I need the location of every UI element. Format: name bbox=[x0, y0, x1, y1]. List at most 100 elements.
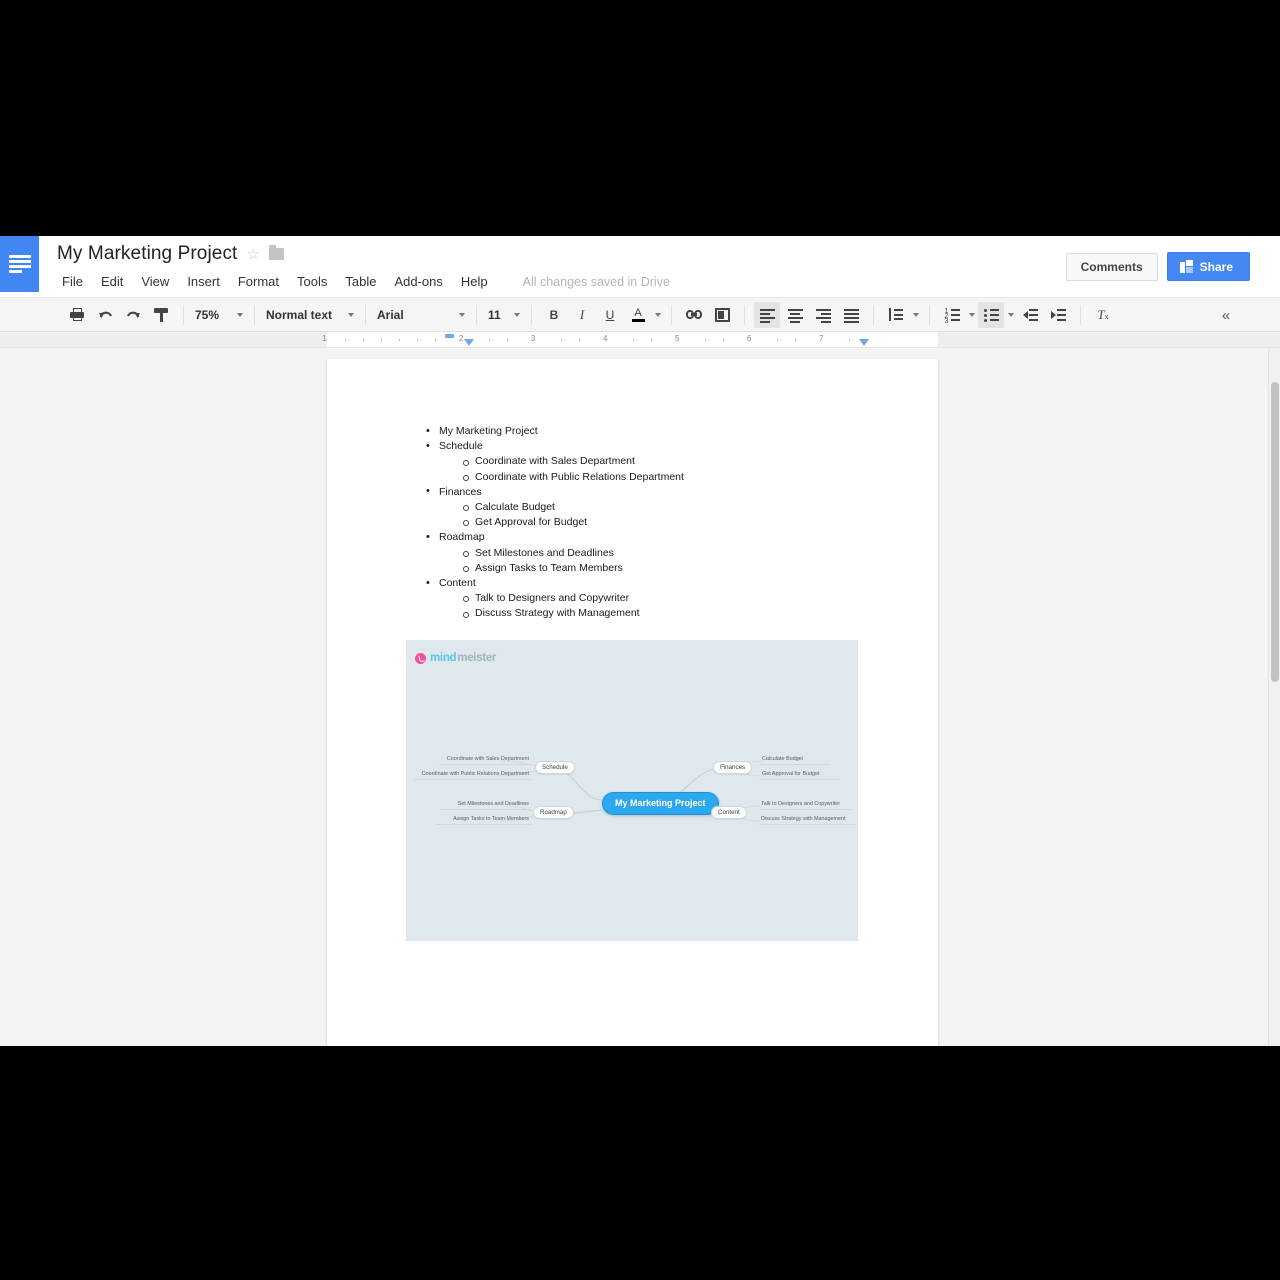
mindmap-leaf[interactable]: Set Milestones and Deadlines bbox=[441, 801, 529, 807]
toolbar-group-align bbox=[748, 301, 870, 328]
italic-button[interactable]: I bbox=[569, 302, 595, 328]
menu-item-file[interactable]: File bbox=[57, 272, 92, 291]
left-indent-marker[interactable] bbox=[464, 339, 474, 346]
list-item[interactable]: Calculate Budget bbox=[417, 500, 887, 515]
mindmap-leaf[interactable]: Calculate Budget bbox=[762, 756, 803, 762]
mindmap-leaf-underline bbox=[441, 809, 531, 810]
google-docs-icon[interactable] bbox=[0, 236, 39, 292]
document-bullet-list[interactable]: My Marketing Project Schedule Coordinate… bbox=[417, 423, 887, 622]
list-item[interactable]: Discuss Strategy with Management bbox=[417, 606, 887, 621]
folder-icon[interactable] bbox=[268, 245, 284, 260]
scrollbar-thumb[interactable] bbox=[1271, 382, 1279, 682]
menu-item-table[interactable]: Table bbox=[336, 272, 385, 291]
list-item[interactable]: Get Approval for Budget bbox=[417, 515, 887, 530]
mindmap-leaf[interactable]: Get Approval for Budget bbox=[762, 771, 820, 777]
list-item[interactable]: Coordinate with Sales Department bbox=[417, 454, 887, 469]
list-item[interactable]: Schedule bbox=[417, 439, 887, 454]
list-item[interactable]: Assign Tasks to Team Members bbox=[417, 561, 887, 576]
align-left-button[interactable] bbox=[754, 301, 780, 328]
list-item[interactable]: Roadmap bbox=[417, 530, 887, 545]
menu-item-format[interactable]: Format bbox=[229, 272, 288, 291]
list-item[interactable]: Coordinate with Public Relations Departm… bbox=[417, 470, 887, 485]
menu-item-addons[interactable]: Add-ons bbox=[385, 272, 451, 291]
text-color-button[interactable]: A bbox=[625, 302, 651, 328]
mindmap-leaf-underline bbox=[759, 824, 856, 825]
link-icon bbox=[686, 310, 702, 319]
decrease-indent-button[interactable] bbox=[1017, 302, 1043, 328]
undo-icon bbox=[98, 311, 112, 318]
list-item[interactable]: Finances bbox=[417, 484, 887, 500]
document-ruler[interactable]: 1 2 3 4 5 6 7 bbox=[0, 332, 1280, 348]
mindmap-leaf[interactable]: Coordinate with Sales Department bbox=[439, 756, 529, 762]
page-title[interactable]: My Marketing Project bbox=[57, 243, 237, 265]
paint-format-button[interactable] bbox=[148, 302, 174, 328]
mindmap-center-node[interactable]: My Marketing Project bbox=[602, 792, 719, 815]
formatting-toolbar: 75% Normal text Arial 11 B I U A 1 2 3 T… bbox=[0, 298, 1280, 332]
right-indent-marker[interactable] bbox=[859, 339, 869, 346]
toolbar-divider bbox=[365, 304, 366, 325]
menu-item-tools[interactable]: Tools bbox=[288, 272, 336, 291]
bulleted-list-button[interactable] bbox=[978, 301, 1004, 328]
chevron-down-icon[interactable] bbox=[655, 312, 661, 317]
align-center-icon bbox=[787, 308, 803, 323]
align-right-button[interactable] bbox=[810, 302, 836, 328]
numbered-list-button[interactable]: 123 bbox=[939, 302, 965, 328]
mindmap-branch-schedule[interactable]: Schedule bbox=[535, 761, 575, 775]
collapse-toolbar-button[interactable]: « bbox=[1214, 303, 1238, 327]
share-button-label: Share bbox=[1199, 259, 1233, 274]
align-left-icon bbox=[759, 308, 775, 323]
list-item[interactable]: Talk to Designers and Copywriter bbox=[417, 591, 887, 606]
google-docs-window: My Marketing Project ☆ File Edit View In… bbox=[0, 236, 1280, 1046]
font-family-dropdown[interactable]: Arial bbox=[369, 302, 473, 328]
paragraph-style-dropdown[interactable]: Normal text bbox=[258, 302, 362, 328]
menu-item-insert[interactable]: Insert bbox=[178, 272, 229, 291]
bold-button[interactable]: B bbox=[541, 302, 567, 328]
underline-button[interactable]: U bbox=[597, 302, 623, 328]
comments-button[interactable]: Comments bbox=[1065, 252, 1158, 281]
toolbar-group-text-style: B I U A bbox=[535, 302, 668, 328]
mindmap-leaf[interactable]: Assign Tasks to Team Members bbox=[436, 816, 529, 822]
increase-indent-button[interactable] bbox=[1045, 302, 1071, 328]
clear-formatting-icon: Tx bbox=[1097, 306, 1109, 322]
ruler-track[interactable]: 1 2 3 4 5 6 7 bbox=[322, 332, 938, 347]
mindmap-leaf[interactable]: Coordinate with Public Relations Departm… bbox=[414, 771, 529, 777]
line-spacing-icon bbox=[889, 308, 903, 321]
share-button[interactable]: Share bbox=[1166, 252, 1250, 281]
mindmeister-mindmap-image[interactable]: mind meister My Marketing Project Schedu… bbox=[406, 640, 858, 941]
mindmap-branch-content[interactable]: Content bbox=[711, 806, 747, 820]
align-center-button[interactable] bbox=[782, 302, 808, 328]
ruler-right-shade bbox=[938, 332, 1280, 347]
line-spacing-button[interactable] bbox=[883, 302, 909, 328]
mindmap-leaf[interactable]: Talk to Designers and Copywriter bbox=[761, 801, 840, 807]
chevron-down-icon[interactable] bbox=[1008, 312, 1014, 317]
zoom-dropdown[interactable]: 75% bbox=[187, 302, 251, 328]
chevron-down-icon[interactable] bbox=[913, 312, 919, 317]
clear-formatting-button[interactable]: Tx bbox=[1090, 302, 1116, 328]
toolbar-divider bbox=[531, 304, 532, 325]
mindmap-leaf[interactable]: Discuss Strategy with Management bbox=[761, 816, 846, 822]
mindmap-leaf-underline bbox=[414, 779, 531, 780]
document-page[interactable]: My Marketing Project Schedule Coordinate… bbox=[327, 359, 938, 1046]
mindmap-branch-roadmap[interactable]: Roadmap bbox=[533, 806, 574, 820]
first-line-indent-marker[interactable] bbox=[445, 334, 454, 338]
align-justify-button[interactable] bbox=[838, 302, 864, 328]
document-title-row: My Marketing Project ☆ bbox=[57, 243, 284, 265]
chevron-down-icon[interactable] bbox=[969, 312, 975, 317]
star-icon[interactable]: ☆ bbox=[246, 247, 259, 262]
insert-comment-button[interactable] bbox=[709, 302, 735, 328]
mindmap-branch-finances[interactable]: Finances bbox=[713, 761, 753, 775]
menu-item-help[interactable]: Help bbox=[452, 272, 497, 291]
font-size-dropdown[interactable]: 11 bbox=[480, 302, 528, 328]
menu-item-view[interactable]: View bbox=[132, 272, 178, 291]
list-item[interactable]: Set Milestones and Deadlines bbox=[417, 546, 887, 561]
document-canvas[interactable]: My Marketing Project Schedule Coordinate… bbox=[0, 348, 1280, 1046]
print-button[interactable] bbox=[64, 302, 90, 328]
toolbar-divider bbox=[254, 304, 255, 325]
menu-item-edit[interactable]: Edit bbox=[92, 272, 132, 291]
undo-button[interactable] bbox=[92, 302, 118, 328]
list-item[interactable]: My Marketing Project bbox=[417, 423, 887, 439]
redo-button[interactable] bbox=[120, 302, 146, 328]
insert-link-button[interactable] bbox=[681, 302, 707, 328]
list-item[interactable]: Content bbox=[417, 576, 887, 591]
vertical-scrollbar[interactable] bbox=[1268, 348, 1280, 1046]
